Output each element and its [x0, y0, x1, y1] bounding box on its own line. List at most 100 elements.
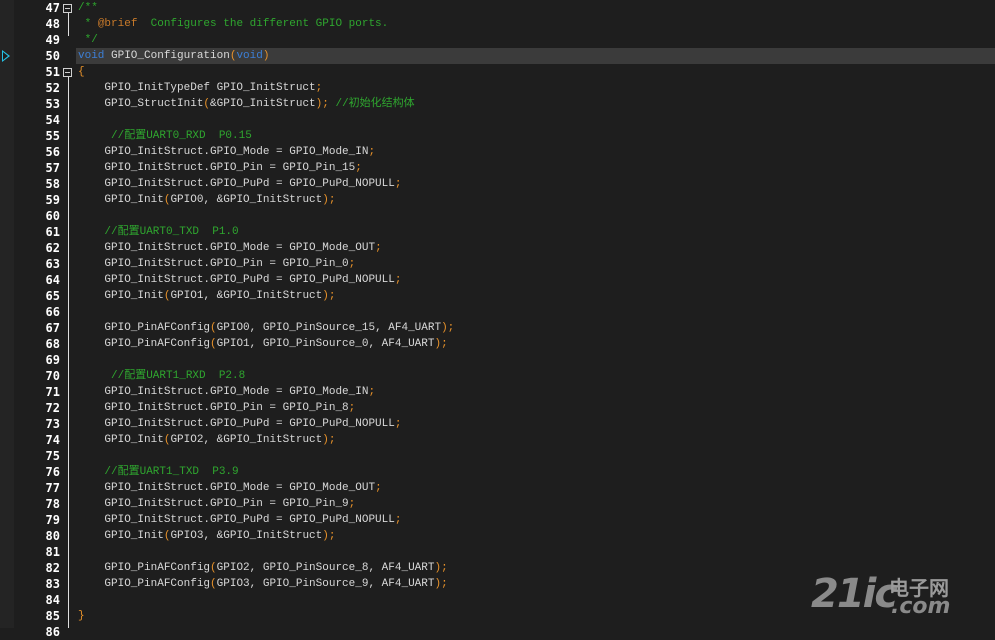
- code-token: GPIO0, GPIO_PinSource_15, AF4_UART: [216, 322, 442, 334]
- code-line[interactable]: 79 GPIO_InitStruct.GPIO_PuPd = GPIO_PuPd…: [0, 512, 995, 528]
- code-text[interactable]: GPIO_InitStruct.GPIO_PuPd = GPIO_PuPd_NO…: [76, 416, 995, 432]
- code-text[interactable]: [76, 624, 995, 640]
- line-number: 47: [45, 1, 60, 15]
- code-editor[interactable]: 47 /** 48 * @brief Configures the differen…: [0, 0, 995, 639]
- code-line[interactable]: 73 GPIO_InitStruct.GPIO_PuPd = GPIO_PuPd…: [0, 416, 995, 432]
- code-token: */: [78, 34, 98, 46]
- code-text[interactable]: GPIO_PinAFConfig(GPIO0, GPIO_PinSource_1…: [76, 320, 995, 336]
- code-text[interactable]: GPIO_Init(GPIO2, &GPIO_InitStruct);: [76, 432, 995, 448]
- line-number: 86: [45, 625, 60, 639]
- code-text[interactable]: [76, 208, 995, 224]
- code-token: GPIO_InitTypeDef GPIO_InitStruct: [78, 82, 316, 94]
- code-token: GPIO1, &GPIO_InitStruct: [170, 290, 323, 302]
- fold-collapse-icon[interactable]: [63, 4, 72, 13]
- code-text[interactable]: [76, 544, 995, 560]
- code-token: @brief: [97, 18, 138, 30]
- code-token: GPIO_InitStruct.GPIO_Pin = GPIO_Pin_9: [78, 498, 349, 510]
- code-text[interactable]: GPIO_InitStruct.GPIO_Pin = GPIO_Pin_0;: [76, 256, 995, 272]
- code-text[interactable]: [76, 112, 995, 128]
- code-line[interactable]: 80 GPIO_Init(GPIO3, &GPIO_InitStruct);: [0, 528, 995, 544]
- code-text[interactable]: GPIO_InitStruct.GPIO_PuPd = GPIO_PuPd_NO…: [76, 272, 995, 288]
- code-token: GPIO3, &GPIO_InitStruct: [170, 530, 323, 542]
- code-line[interactable]: 77 GPIO_InitStruct.GPIO_Mode = GPIO_Mode…: [0, 480, 995, 496]
- code-text[interactable]: GPIO_InitStruct.GPIO_Mode = GPIO_Mode_OU…: [76, 480, 995, 496]
- code-text[interactable]: GPIO_InitTypeDef GPIO_InitStruct;: [76, 80, 995, 96]
- code-line[interactable]: 78 GPIO_InitStruct.GPIO_Pin = GPIO_Pin_9…: [0, 496, 995, 512]
- code-text[interactable]: GPIO_InitStruct.GPIO_PuPd = GPIO_PuPd_NO…: [76, 176, 995, 192]
- code-token: ;: [348, 258, 356, 270]
- code-token: *: [78, 18, 98, 30]
- code-text[interactable]: GPIO_InitStruct.GPIO_Pin = GPIO_Pin_9;: [76, 496, 995, 512]
- code-text[interactable]: //配置UART0_RXD P0.15: [76, 128, 995, 144]
- code-text[interactable]: [76, 352, 995, 368]
- code-line[interactable]: 67 GPIO_PinAFConfig(GPIO0, GPIO_PinSourc…: [0, 320, 995, 336]
- code-text[interactable]: GPIO_InitStruct.GPIO_Mode = GPIO_Mode_OU…: [76, 240, 995, 256]
- code-token: ;: [375, 242, 382, 254]
- code-token: GPIO0, &GPIO_InitStruct: [170, 194, 323, 206]
- code-token: ;: [394, 514, 402, 526]
- code-text[interactable]: {: [76, 64, 995, 80]
- code-text[interactable]: GPIO_Init(GPIO3, &GPIO_InitStruct);: [76, 528, 995, 544]
- code-token: );: [322, 530, 336, 542]
- code-text[interactable]: * @brief Configures the different GPIO p…: [76, 16, 995, 32]
- code-line[interactable]: 48 * @brief Configures the different GPI…: [0, 16, 995, 32]
- code-line[interactable]: 62 GPIO_InitStruct.GPIO_Mode = GPIO_Mode…: [0, 240, 995, 256]
- code-line[interactable]: 47 /**: [0, 0, 995, 16]
- code-text[interactable]: //配置UART1_TXD P3.9: [76, 464, 995, 480]
- code-line[interactable]: 74 GPIO_Init(GPIO2, &GPIO_InitStruct);: [0, 432, 995, 448]
- code-line[interactable]: 72 GPIO_InitStruct.GPIO_Pin = GPIO_Pin_8…: [0, 400, 995, 416]
- code-text[interactable]: GPIO_Init(GPIO1, &GPIO_InitStruct);: [76, 288, 995, 304]
- code-line[interactable]: 68 GPIO_PinAFConfig(GPIO1, GPIO_PinSourc…: [0, 336, 995, 352]
- line-number: 69: [45, 353, 60, 367]
- code-line[interactable]: 69: [0, 352, 995, 368]
- code-text[interactable]: //配置UART0_TXD P1.0: [76, 224, 995, 240]
- code-token: ;: [368, 146, 376, 158]
- code-line[interactable]: 58 GPIO_InitStruct.GPIO_PuPd = GPIO_PuPd…: [0, 176, 995, 192]
- code-text[interactable]: //配置UART1_RXD P2.8: [76, 368, 995, 384]
- code-token: GPIO1, GPIO_PinSource_0, AF4_UART: [216, 338, 435, 350]
- code-line[interactable]: 56 GPIO_InitStruct.GPIO_Mode = GPIO_Mode…: [0, 144, 995, 160]
- code-line[interactable]: 49 */: [0, 32, 995, 48]
- code-line[interactable]: 76 //配置UART1_TXD P3.9: [0, 464, 995, 480]
- code-line[interactable]: 53 GPIO_StructInit(&GPIO_InitStruct); //…: [0, 96, 995, 112]
- code-line[interactable]: 81: [0, 544, 995, 560]
- code-line[interactable]: 60: [0, 208, 995, 224]
- code-line[interactable]: 54: [0, 112, 995, 128]
- code-line[interactable]: 66: [0, 304, 995, 320]
- code-line[interactable]: 57 GPIO_InitStruct.GPIO_Pin = GPIO_Pin_1…: [0, 160, 995, 176]
- fold-collapse-icon[interactable]: [63, 68, 72, 77]
- code-text[interactable]: GPIO_InitStruct.GPIO_PuPd = GPIO_PuPd_NO…: [76, 512, 995, 528]
- line-number: 64: [45, 273, 60, 287]
- code-line[interactable]: 59 GPIO_Init(GPIO0, &GPIO_InitStruct);: [0, 192, 995, 208]
- code-text[interactable]: [76, 304, 995, 320]
- code-text[interactable]: GPIO_InitStruct.GPIO_Pin = GPIO_Pin_8;: [76, 400, 995, 416]
- code-line[interactable]: 75: [0, 448, 995, 464]
- code-line[interactable]: 64 GPIO_InitStruct.GPIO_PuPd = GPIO_PuPd…: [0, 272, 995, 288]
- code-text[interactable]: /**: [76, 0, 995, 16]
- code-token: ;: [394, 418, 402, 430]
- code-token: );: [434, 562, 448, 574]
- code-text[interactable]: GPIO_StructInit(&GPIO_InitStruct); //初始化…: [76, 96, 995, 112]
- line-number: 72: [45, 401, 60, 415]
- code-text[interactable]: GPIO_InitStruct.GPIO_Mode = GPIO_Mode_IN…: [76, 144, 995, 160]
- code-line[interactable]: 50 void GPIO_Configuration(void): [0, 48, 995, 64]
- code-line[interactable]: 70 //配置UART1_RXD P2.8: [0, 368, 995, 384]
- code-line[interactable]: 51 {: [0, 64, 995, 80]
- code-text[interactable]: GPIO_PinAFConfig(GPIO1, GPIO_PinSource_0…: [76, 336, 995, 352]
- code-line[interactable]: 71 GPIO_InitStruct.GPIO_Mode = GPIO_Mode…: [0, 384, 995, 400]
- code-text[interactable]: [76, 448, 995, 464]
- code-line[interactable]: 61 //配置UART0_TXD P1.0: [0, 224, 995, 240]
- code-line[interactable]: 86: [0, 624, 995, 640]
- line-number: 62: [45, 241, 60, 255]
- code-line[interactable]: 52 GPIO_InitTypeDef GPIO_InitStruct;: [0, 80, 995, 96]
- code-line[interactable]: 63 GPIO_InitStruct.GPIO_Pin = GPIO_Pin_0…: [0, 256, 995, 272]
- code-text[interactable]: GPIO_InitStruct.GPIO_Mode = GPIO_Mode_IN…: [76, 384, 995, 400]
- code-line[interactable]: 55 //配置UART0_RXD P0.15: [0, 128, 995, 144]
- code-text[interactable]: GPIO_Init(GPIO0, &GPIO_InitStruct);: [76, 192, 995, 208]
- code-text[interactable]: GPIO_InitStruct.GPIO_Pin = GPIO_Pin_15;: [76, 160, 995, 176]
- code-token: GPIO_Init: [78, 530, 164, 542]
- code-text[interactable]: void GPIO_Configuration(void): [76, 48, 995, 64]
- code-token: }: [78, 610, 85, 622]
- code-text[interactable]: */: [76, 32, 995, 48]
- code-line[interactable]: 65 GPIO_Init(GPIO1, &GPIO_InitStruct);: [0, 288, 995, 304]
